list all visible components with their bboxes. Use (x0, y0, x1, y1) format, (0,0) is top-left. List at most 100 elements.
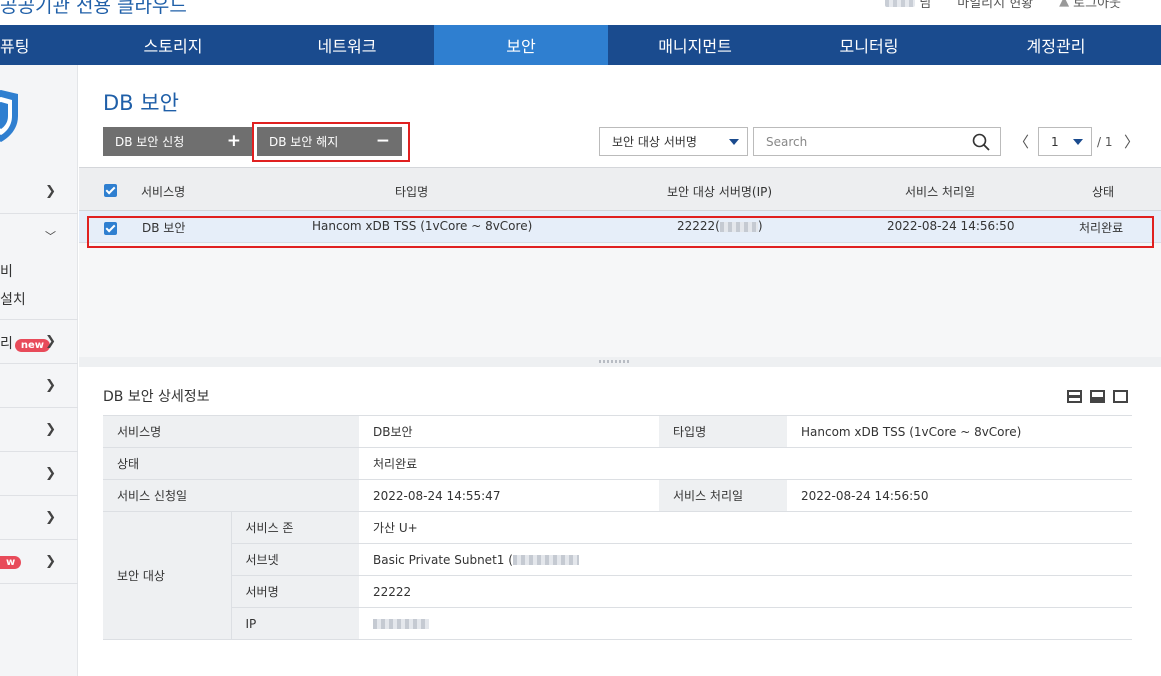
col-status[interactable]: 상태 (1092, 183, 1114, 200)
chevron-right-icon: ❯ (45, 466, 56, 481)
value-type-name: Hancom xDB TSS (1vCore ~ 8vCore) (787, 415, 1132, 448)
layout-toggle-group (1067, 390, 1128, 403)
value-requested: 2022-08-24 14:55:47 (359, 479, 659, 512)
search-icon[interactable] (972, 133, 990, 151)
label-target: 보안 대상 (103, 511, 232, 640)
nav-monitoring[interactable]: 모니터링 (782, 25, 956, 65)
sidebar-item-8-label: w (0, 553, 22, 569)
pager-total: / 1 (1097, 135, 1113, 149)
label-server-name: 서버명 (231, 575, 359, 608)
layout-maximize-icon[interactable] (1113, 390, 1128, 403)
sidebar-subitem-1[interactable]: 비 (0, 261, 13, 281)
detail-row-ip: IP (103, 607, 1132, 640)
sidebar-item-2[interactable]: ﹀ 비 설치 (0, 214, 78, 320)
pager-next-icon[interactable]: 〉 (1124, 131, 1139, 152)
plus-icon: + (226, 131, 241, 151)
label-status: 상태 (103, 447, 359, 480)
label-processed: 서비스 처리일 (659, 479, 787, 512)
service-grid: 서비스명 타입명 보안 대상 서버명(IP) 서비스 처리일 상태 DB 보안 … (79, 167, 1161, 357)
nav-management[interactable]: 매니지먼트 (608, 25, 782, 65)
page-title: DB 보안 (103, 91, 179, 115)
value-subnet: Basic Private Subnet1 ( (359, 543, 1132, 576)
sidebar-item-7[interactable]: ❯ (0, 496, 78, 540)
sidebar-subitem-2[interactable]: 설치 (0, 289, 26, 309)
nav-account[interactable]: 계정관리 (956, 25, 1156, 65)
layout-split-icon[interactable] (1067, 390, 1082, 403)
mileage-link[interactable]: 마일리지 현황 (957, 0, 1033, 11)
nav-network[interactable]: 네트워크 (260, 25, 434, 65)
value-zone: 가산 U+ (359, 511, 1132, 544)
sidebar-item-5[interactable]: ❯ (0, 408, 78, 452)
apply-button-label: DB 보안 신청 (115, 135, 185, 149)
masked-subnet (512, 555, 579, 565)
value-ip (359, 607, 1132, 640)
main-content: DB 보안 DB 보안 신청 + DB 보안 해지 − 보안 대상 서버명 〈 … (79, 65, 1161, 676)
sidebar-item-6[interactable]: ❯ (0, 452, 78, 496)
detail-row-subnet: 서브넷 Basic Private Subnet1 ( (103, 543, 1132, 576)
layout-bottom-icon[interactable] (1090, 390, 1105, 403)
value-server-name: 22222 (359, 575, 1132, 608)
label-service-name: 서비스명 (103, 415, 359, 448)
sidebar: ❯ ﹀ 비 설치 리 new ❯ ❯ ❯ ❯ ❯ w ❯ (0, 65, 78, 676)
db-security-apply-button[interactable]: DB 보안 신청 + (103, 127, 253, 156)
nav-storage[interactable]: 스토리지 (86, 25, 260, 65)
label-type-name: 타입명 (659, 415, 787, 448)
chevron-right-icon: ❯ (45, 378, 56, 393)
label-subnet: 서브넷 (231, 543, 359, 576)
sidebar-item-1[interactable]: ❯ (0, 170, 78, 214)
detail-row-zone: 보안 대상 서비스 존 가산 U+ (103, 511, 1132, 640)
panel-splitter[interactable] (79, 357, 1161, 367)
detail-row-status: 상태 처리완료 (103, 447, 1132, 480)
sidebar-item-4[interactable]: ❯ (0, 364, 78, 408)
page-select[interactable]: 1 (1038, 127, 1092, 156)
user-icon: ▲ (1059, 0, 1070, 9)
filter-select-value: 보안 대상 서버명 (612, 135, 697, 149)
top-header: 공공기관 전용 클라우드 님 마일리지 현황 ▲ 로그아웃 (0, 0, 1161, 25)
top-links: 님 마일리지 현황 ▲ 로그아웃 (885, 0, 1121, 11)
new-badge: w (0, 556, 22, 569)
label-ip: IP (231, 607, 359, 640)
main-nav: 퓨팅 스토리지 네트워크 보안 매니지먼트 모니터링 계정관리 (0, 25, 1161, 65)
chevron-right-icon: ❯ (45, 554, 56, 569)
highlight-box-cancel (252, 122, 410, 162)
search-input[interactable] (754, 128, 954, 155)
detail-row-service: 서비스명 DB보안 타입명 Hancom xDB TSS (1vCore ~ 8… (103, 415, 1132, 448)
detail-table: 서비스명 DB보안 타입명 Hancom xDB TSS (1vCore ~ 8… (103, 415, 1132, 640)
chevron-right-icon: ❯ (45, 510, 56, 525)
sidebar-item-8[interactable]: w ❯ (0, 540, 78, 584)
highlight-box-row (87, 216, 1154, 248)
detail-row-dates: 서비스 신청일 2022-08-24 14:55:47 서비스 처리일 2022… (103, 479, 1132, 512)
nav-security[interactable]: 보안 (434, 25, 608, 65)
user-greeting: 님 (885, 0, 931, 11)
masked-username (885, 0, 916, 7)
col-processed-date[interactable]: 서비스 처리일 (905, 183, 975, 200)
sidebar-item-3-label: 리 new (0, 333, 51, 353)
select-all-checkbox[interactable] (104, 184, 117, 197)
value-status: 처리완료 (359, 447, 1132, 480)
chevron-right-icon: ❯ (45, 184, 56, 199)
caret-down-icon (1073, 139, 1083, 145)
search-box (753, 127, 1001, 156)
nav-computing[interactable]: 퓨팅 (0, 25, 86, 65)
label-requested: 서비스 신청일 (103, 479, 359, 512)
drag-handle-icon[interactable] (599, 360, 631, 363)
logout-link[interactable]: ▲ 로그아웃 (1059, 0, 1121, 11)
col-service-name[interactable]: 서비스명 (141, 183, 185, 200)
value-service-name: DB보안 (359, 415, 659, 448)
site-title: 공공기관 전용 클라우드 (0, 0, 187, 17)
chevron-down-icon: ﹀ (45, 230, 56, 243)
detail-title: DB 보안 상세정보 (103, 389, 210, 405)
filter-select[interactable]: 보안 대상 서버명 (599, 127, 748, 156)
grid-header: 서비스명 타입명 보안 대상 서버명(IP) 서비스 처리일 상태 (79, 167, 1161, 211)
masked-ip (373, 619, 429, 629)
pager-prev-icon[interactable]: 〈 (1014, 131, 1029, 152)
value-processed: 2022-08-24 14:56:50 (787, 479, 1132, 512)
caret-down-icon (729, 139, 739, 145)
col-target-server[interactable]: 보안 대상 서버명(IP) (667, 183, 772, 200)
shield-icon (0, 90, 18, 142)
chevron-right-icon: ❯ (45, 422, 56, 437)
detail-row-server: 서버명 22222 (103, 575, 1132, 608)
label-zone: 서비스 존 (231, 511, 359, 544)
sidebar-item-3[interactable]: 리 new ❯ (0, 320, 78, 364)
col-type-name[interactable]: 타입명 (395, 183, 428, 200)
